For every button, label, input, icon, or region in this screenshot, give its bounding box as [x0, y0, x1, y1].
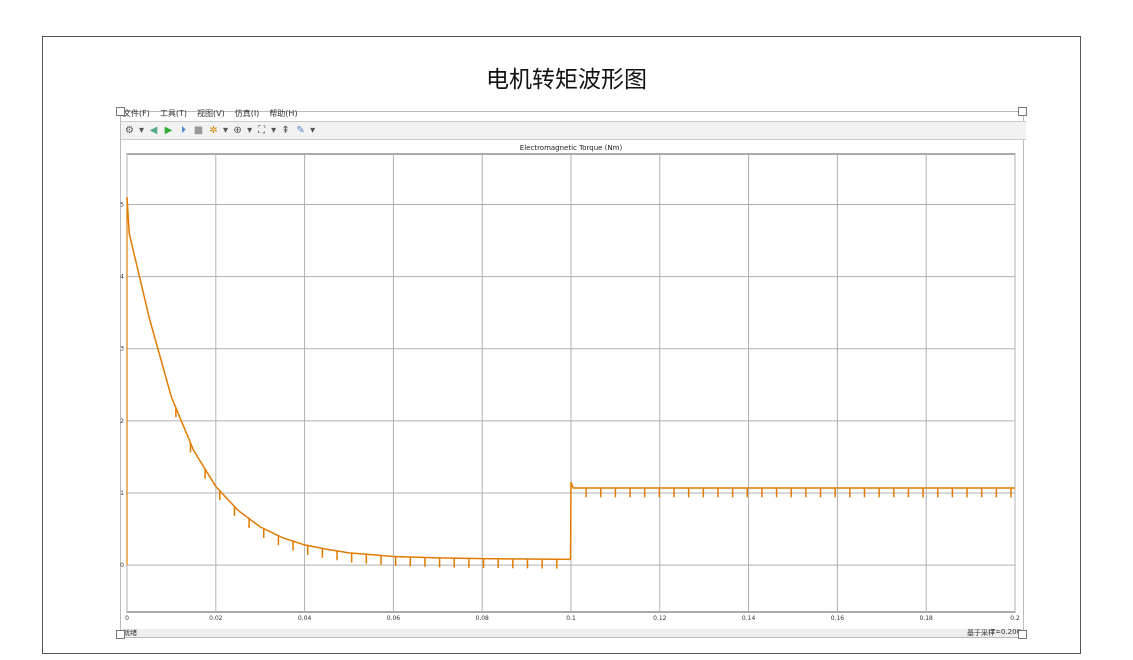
- y-tick-label: 5: [120, 201, 124, 208]
- x-tick-label: 0.08: [476, 615, 490, 622]
- y-tick-label: 3: [120, 346, 124, 353]
- x-tick-label: 0.12: [653, 615, 667, 622]
- x-tick-label: 0.04: [298, 615, 312, 622]
- y-tick-label: 4: [120, 274, 124, 281]
- y-tick-label: 2: [120, 418, 124, 425]
- torque-chart: Electromagnetic Torque (Nm) 0 0.02 0.04 0.06…: [120, 144, 1020, 622]
- x-tick-label: 0.1: [566, 615, 576, 622]
- x-tick-label: 0.02: [209, 615, 223, 622]
- y-tick-label: 1: [120, 490, 124, 497]
- y-tick-label: 0: [120, 562, 124, 569]
- x-tick-label: 0.14: [742, 615, 756, 622]
- x-tick-label: 0: [125, 615, 129, 622]
- chart-title: Electromagnetic Torque (Nm): [520, 144, 623, 152]
- x-tick-label: 0.16: [831, 615, 845, 622]
- x-tick-label: 0.18: [920, 615, 934, 622]
- x-tick-label: 0.2: [1010, 615, 1020, 622]
- x-tick-label: 0.06: [387, 615, 401, 622]
